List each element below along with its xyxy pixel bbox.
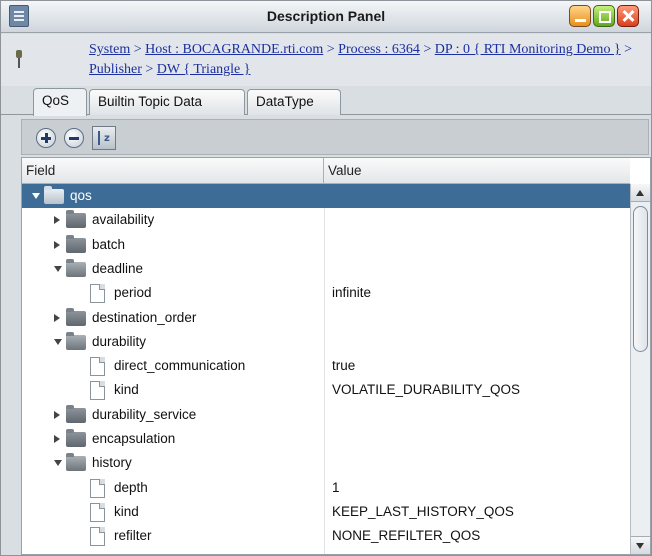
field-value: 1 — [332, 480, 340, 495]
collapse-toggle-icon[interactable] — [54, 460, 62, 466]
sort-button[interactable] — [92, 126, 116, 150]
breadcrumb-link[interactable]: DW { Triangle } — [157, 62, 251, 77]
field-name: availability — [92, 212, 155, 227]
breadcrumb-separator: > — [141, 62, 157, 77]
folder-icon — [66, 405, 86, 423]
document-icon — [90, 479, 105, 498]
document-icon — [90, 503, 105, 522]
folder-icon — [66, 235, 86, 253]
expand-toggle-icon[interactable] — [54, 314, 60, 322]
collapse-all-button[interactable] — [64, 128, 84, 148]
breadcrumb: System > Host : BOCAGRANDE.rti.com > Pro… — [89, 40, 639, 80]
column-header-field[interactable]: Field — [22, 158, 324, 184]
table-row[interactable]: depth 1 — [22, 476, 630, 500]
table-row[interactable]: kind KEEP_LAST_HISTORY_QOS — [22, 500, 630, 524]
minimize-button[interactable] — [569, 5, 591, 27]
breadcrumb-separator: > — [419, 42, 435, 57]
toolbar — [21, 119, 649, 155]
document-icon — [90, 381, 105, 400]
breadcrumb-area: System > Host : BOCAGRANDE.rti.com > Pro… — [1, 34, 651, 86]
field-name: history — [92, 455, 132, 470]
breadcrumb-separator: > — [620, 42, 633, 57]
folder-icon — [66, 429, 86, 447]
field-value: infinite — [332, 285, 372, 300]
window-title: Description Panel — [266, 8, 386, 24]
collapse-toggle-icon[interactable] — [54, 339, 62, 345]
field-name: durability_service — [92, 407, 197, 422]
breadcrumb-link[interactable]: Host : BOCAGRANDE.rti.com — [145, 42, 323, 57]
field-name: refilter — [114, 528, 152, 543]
collapse-toggle-icon[interactable] — [32, 193, 40, 199]
pin-icon[interactable] — [13, 50, 25, 68]
field-name: kind — [114, 382, 139, 397]
folder-open-icon — [44, 186, 64, 204]
folder-icon — [66, 210, 86, 228]
breadcrumb-link[interactable]: System — [89, 42, 130, 57]
expand-toggle-icon[interactable] — [54, 435, 60, 443]
title-bar[interactable]: Description Panel — [1, 1, 651, 33]
document-icon — [90, 527, 105, 546]
field-name: deadline — [92, 261, 144, 276]
close-button[interactable] — [617, 5, 639, 27]
field-name: durability — [92, 334, 147, 349]
tab-datatype[interactable]: DataType — [247, 89, 341, 115]
scroll-thumb[interactable] — [633, 206, 648, 352]
table-row[interactable]: history — [22, 451, 630, 475]
scroll-up-button[interactable] — [631, 184, 650, 202]
tab-bar: QoS Builtin Topic Data DataType — [1, 87, 651, 116]
table-row[interactable]: period infinite — [22, 281, 630, 305]
field-name: batch — [92, 237, 126, 252]
field-value: NONE_REFILTER_QOS — [332, 528, 481, 543]
breadcrumb-link[interactable]: Publisher — [89, 62, 142, 77]
table-row[interactable]: destination_order — [22, 306, 630, 330]
field-value: VOLATILE_DURABILITY_QOS — [332, 382, 521, 397]
table-body: qos availability batch deadline period infini… — [22, 184, 630, 554]
folder-icon — [66, 308, 86, 326]
expand-toggle-icon[interactable] — [54, 216, 60, 224]
collapse-toggle-icon[interactable] — [54, 266, 62, 272]
document-icon — [90, 284, 105, 303]
table-row[interactable]: deadline — [22, 257, 630, 281]
qos-tree-table: Field Value qos availability batch deadline… — [21, 157, 651, 555]
table-row[interactable]: durability — [22, 330, 630, 354]
description-panel-window: Description Panel System > Host : BOCAGR… — [0, 0, 652, 556]
table-row[interactable]: refilter NONE_REFILTER_QOS — [22, 524, 630, 548]
field-name: period — [114, 285, 152, 300]
table-row[interactable]: kind VOLATILE_DURABILITY_QOS — [22, 378, 630, 402]
field-value: true — [332, 358, 356, 373]
table-row[interactable]: availability — [22, 208, 630, 232]
table-row[interactable]: durability_service — [22, 403, 630, 427]
field-name: depth — [114, 480, 148, 495]
table-header: Field Value — [22, 158, 630, 184]
folder-open-icon — [66, 453, 86, 471]
breadcrumb-separator: > — [130, 42, 146, 57]
vertical-scrollbar[interactable] — [630, 184, 650, 554]
tab-builtin-topic-data[interactable]: Builtin Topic Data — [89, 89, 245, 115]
breadcrumb-link[interactable]: DP : 0 { RTI Monitoring Demo } — [435, 42, 621, 57]
field-value: KEEP_LAST_HISTORY_QOS — [332, 504, 514, 519]
table-row[interactable]: encapsulation — [22, 427, 630, 451]
field-name: encapsulation — [92, 431, 176, 446]
field-name: destination_order — [92, 310, 197, 325]
maximize-button[interactable] — [593, 5, 615, 27]
breadcrumb-separator: > — [323, 42, 339, 57]
table-row[interactable]: batch — [22, 233, 630, 257]
expand-toggle-icon[interactable] — [54, 411, 60, 419]
expand-all-button[interactable] — [36, 128, 56, 148]
expand-toggle-icon[interactable] — [54, 241, 60, 249]
folder-open-icon — [66, 259, 86, 277]
breadcrumb-link[interactable]: Process : 6364 — [338, 42, 420, 57]
table-row[interactable]: direct_communication true — [22, 354, 630, 378]
field-name: qos — [70, 188, 92, 203]
column-header-value[interactable]: Value — [324, 158, 630, 184]
folder-open-icon — [66, 332, 86, 350]
table-row[interactable]: qos — [22, 184, 630, 208]
field-name: direct_communication — [114, 358, 246, 373]
document-icon — [90, 357, 105, 376]
scroll-down-button[interactable] — [631, 536, 650, 554]
field-name: kind — [114, 504, 139, 519]
tab-qos[interactable]: QoS — [33, 88, 87, 116]
